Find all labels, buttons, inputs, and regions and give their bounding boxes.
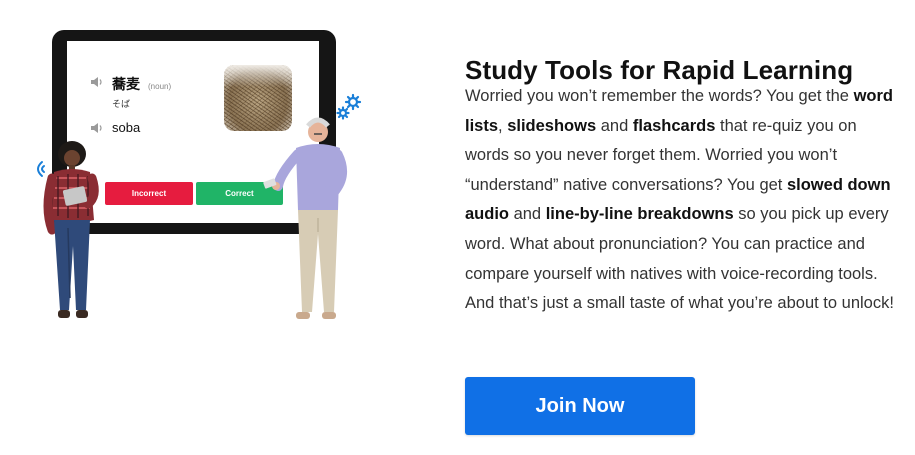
speaker-icon[interactable] [90,76,104,88]
highlight-line-breakdowns: line-by-line breakdowns [545,205,734,224]
flashcard-part-of-speech: (noun) [148,82,172,91]
flashcard-romanization: soba [112,120,141,135]
speaker-icon[interactable] [90,122,104,134]
incorrect-button[interactable]: Incorrect [105,182,193,205]
description-text: Worried you won’t remember the words? Yo… [465,87,854,105]
description-text: and [509,205,546,224]
woman-with-tablet-figure [43,141,99,318]
highlight-flashcards: flashcards [632,116,716,135]
section-heading: Study Tools for Rapid Learning [465,54,854,85]
flashcard-reading: そば [112,100,131,110]
highlight-slideshows: slideshows [507,116,597,135]
flashcard-word: 蕎麦 [112,77,140,93]
description-text: and [596,116,633,135]
section-description: Worried you won’t remember the words? Yo… [465,82,905,319]
description-text: , [498,116,508,135]
join-now-button[interactable]: Join Now [465,377,695,435]
man-with-phone-figure [263,117,347,319]
